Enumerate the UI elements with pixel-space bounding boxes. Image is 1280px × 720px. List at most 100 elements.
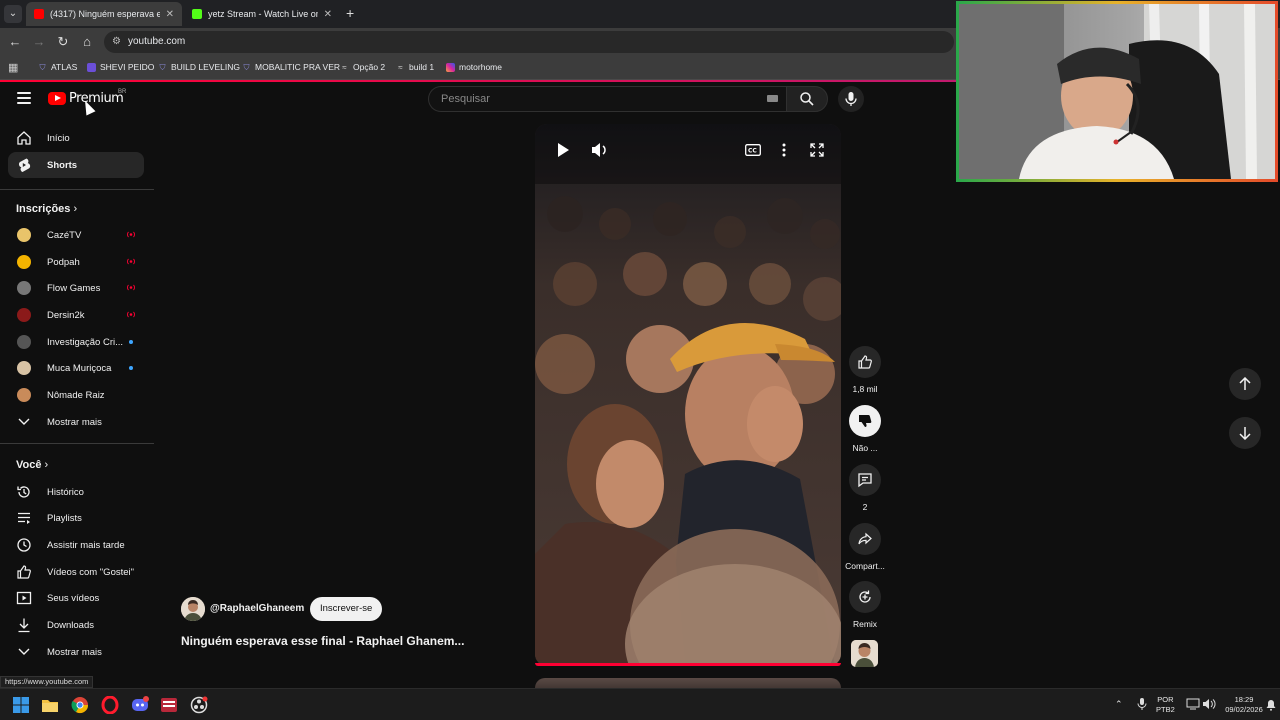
volume-icon[interactable]: [591, 142, 609, 158]
youtube-favicon-icon: [34, 9, 44, 19]
video-frame: [535, 124, 841, 666]
windows-start-icon[interactable]: [12, 696, 30, 714]
sidebar-item-your-videos[interactable]: Seus vídeos: [8, 585, 144, 611]
tab-search-button[interactable]: ⌄: [4, 5, 22, 23]
sidebar-item-home[interactable]: Início: [8, 125, 144, 151]
bookmark-build-1[interactable]: ≈ build 1: [396, 62, 434, 72]
like-button[interactable]: 1,8 mil: [849, 346, 881, 394]
instagram-icon: [446, 62, 455, 72]
menu-icon[interactable]: [17, 92, 31, 104]
back-arrow-icon[interactable]: ←: [7, 34, 23, 50]
tab-title: (4317) Ninguém esperava esse: [50, 9, 160, 19]
opera-gx-icon[interactable]: [101, 696, 119, 714]
sidebar-item-investigacao-criminal[interactable]: Investigação Cri...: [8, 329, 144, 355]
previous-short-button[interactable]: [1229, 368, 1261, 400]
channel-handle[interactable]: @RaphaelGhaneem: [210, 603, 304, 614]
remix-icon: [859, 590, 871, 603]
video-progress-bar[interactable]: [535, 663, 841, 666]
sidebar-item-label: CazéTV: [47, 229, 82, 241]
thumbs-down-icon: [859, 415, 872, 427]
keyboard-icon[interactable]: [767, 95, 778, 102]
streamer-webcam: [956, 1, 1278, 182]
sidebar-item-podpah[interactable]: Podpah: [8, 249, 144, 275]
kick-favicon-icon: [192, 9, 202, 19]
close-icon[interactable]: ✕: [166, 9, 174, 20]
remix-button[interactable]: Remix: [849, 581, 881, 629]
voice-search-button[interactable]: [838, 86, 864, 112]
sidebar-item-cazetv[interactable]: CazéTV: [8, 222, 144, 248]
tab-youtube[interactable]: (4317) Ninguém esperava esse ✕: [26, 2, 182, 26]
more-options-icon[interactable]: [782, 143, 786, 157]
media-app-icon[interactable]: [160, 696, 178, 714]
avatar: [17, 281, 31, 295]
subscribe-button[interactable]: Inscrever-se: [310, 597, 383, 621]
play-icon[interactable]: [556, 142, 570, 158]
file-explorer-icon[interactable]: [41, 696, 59, 714]
clock[interactable]: 18:29 09/02/2026: [1224, 695, 1264, 715]
playlists-icon: [16, 510, 32, 526]
sidebar-item-history[interactable]: Histórico: [8, 479, 144, 505]
channel-thumbnail[interactable]: [851, 640, 878, 667]
sidebar-item-shorts[interactable]: Shorts: [8, 152, 144, 178]
sidebar-item-muca-muricoca[interactable]: Muca Muriçoca: [8, 355, 144, 381]
sidebar-item-liked-videos[interactable]: Vídeos com "Gostei": [8, 559, 144, 585]
sidebar-item-nomade-raiz[interactable]: Nômade Raiz: [8, 382, 144, 408]
bookmark-build-leveling[interactable]: ⛉ BUILD LEVELING: [158, 62, 240, 72]
dislike-button[interactable]: Não ...: [849, 405, 881, 453]
keyboard-layout-indicator[interactable]: POR PTB2: [1156, 695, 1175, 715]
dislike-label: Não ...: [852, 443, 878, 453]
site-settings-icon[interactable]: ⚙: [112, 31, 121, 53]
apps-grid-icon[interactable]: ▦: [8, 61, 18, 74]
comment-icon: [858, 473, 872, 488]
short-video-player[interactable]: CC: [535, 124, 841, 666]
sidebar-item-playlists[interactable]: Playlists: [8, 505, 144, 531]
speaker-icon[interactable]: [1202, 697, 1216, 711]
shield-icon: ⛉: [243, 62, 250, 72]
display-icon[interactable]: [1186, 697, 1200, 711]
notification-bell-icon[interactable]: [1266, 699, 1276, 711]
bookmark-opcao-2[interactable]: ≈ Opção 2: [340, 62, 385, 72]
captions-icon[interactable]: CC: [745, 144, 761, 156]
download-icon: [16, 617, 32, 633]
chevron-down-icon: [16, 414, 32, 430]
sidebar-item-watch-later[interactable]: Assistir mais tarde: [8, 532, 144, 558]
like-count: 1,8 mil: [852, 384, 878, 394]
obs-icon[interactable]: [190, 696, 208, 714]
sidebar-item-dersin2k[interactable]: Dersin2k: [8, 302, 144, 328]
sidebar-item-flow-games[interactable]: Flow Games: [8, 275, 144, 301]
chrome-icon[interactable]: [71, 696, 89, 714]
home-icon[interactable]: ⌂: [79, 34, 95, 50]
you-heading[interactable]: Você ›: [16, 459, 48, 471]
tab-kick[interactable]: yetz Stream - Watch Live on Ki ✕: [184, 2, 340, 26]
search-input[interactable]: Pesquisar: [428, 86, 786, 112]
sidebar-show-more-subscriptions[interactable]: Mostrar mais: [8, 409, 144, 435]
bookmark-atlas[interactable]: ⛉ ATLAS: [38, 62, 78, 72]
live-icon: [127, 231, 135, 238]
microphone-icon[interactable]: [1135, 697, 1149, 711]
comments-button[interactable]: 2: [849, 464, 881, 512]
next-short-button[interactable]: [1229, 417, 1261, 449]
bookmark-motorhome[interactable]: motorhome: [446, 62, 502, 72]
clock-date: 09/02/2026: [1225, 705, 1263, 714]
close-icon[interactable]: ✕: [324, 9, 332, 20]
sidebar-show-more-you[interactable]: Mostrar mais: [8, 639, 144, 665]
sidebar-item-downloads[interactable]: Downloads: [8, 612, 144, 638]
clock-time: 18:29: [1234, 695, 1254, 704]
address-bar[interactable]: ⚙ youtube.com: [104, 31, 954, 53]
new-tab-button[interactable]: +: [346, 5, 354, 21]
page-loading-bar: [0, 80, 956, 82]
share-button[interactable]: Compart...: [845, 523, 885, 571]
subscriptions-heading[interactable]: Inscrições ›: [16, 203, 77, 215]
search-button[interactable]: [786, 86, 828, 112]
discord-icon[interactable]: [131, 696, 149, 714]
fullscreen-icon[interactable]: [810, 143, 824, 157]
bookmark-mobalitic[interactable]: ⛉ MOBALITIC PRA VER: [242, 62, 341, 72]
reload-icon[interactable]: ↻: [55, 34, 71, 50]
tray-overflow-icon[interactable]: ⌃: [1115, 699, 1123, 709]
channel-avatar[interactable]: [181, 597, 205, 621]
bookmark-shevi-peido[interactable]: SHEVI PEIDO: [87, 62, 154, 72]
forward-arrow-icon[interactable]: →: [31, 34, 47, 50]
chevron-right-icon: ›: [73, 203, 78, 215]
sidebar-divider: [0, 443, 154, 444]
short-title[interactable]: Ninguém esperava esse final - Raphael Gh…: [181, 634, 464, 648]
